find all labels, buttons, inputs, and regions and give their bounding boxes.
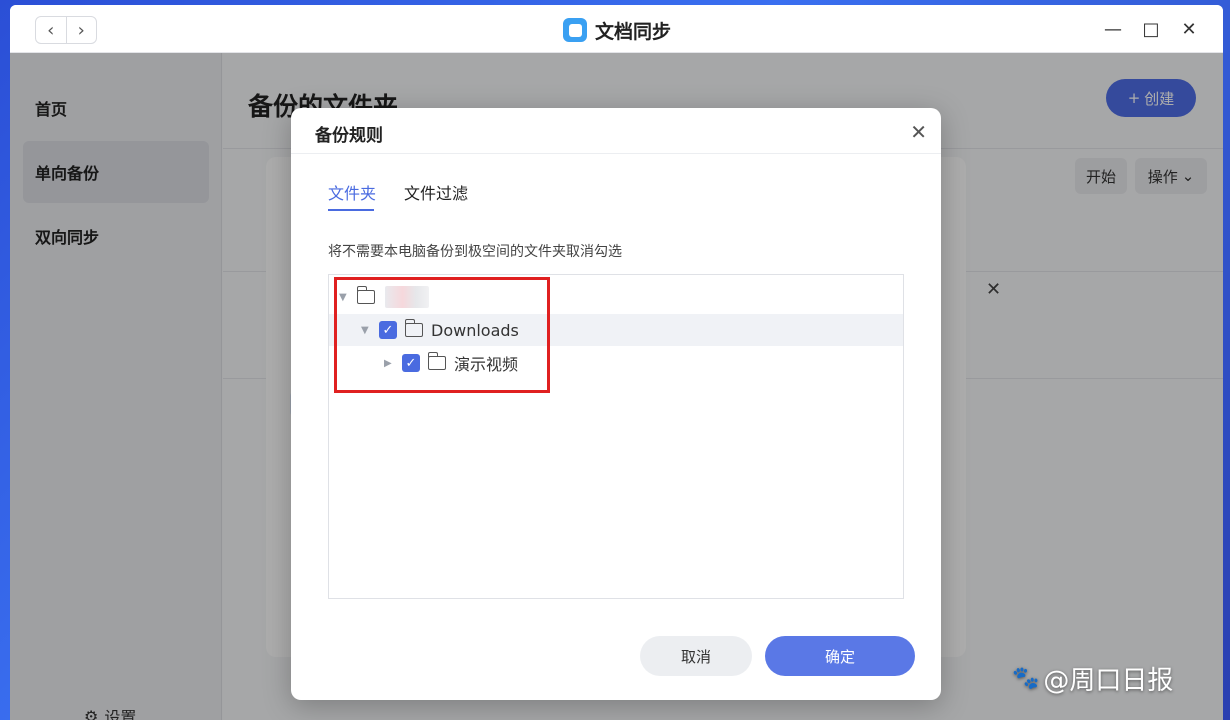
minimize-button[interactable]: — — [1101, 15, 1125, 43]
folder-label: Downloads — [431, 320, 519, 340]
watermark-text: @周口日报 — [1043, 666, 1174, 696]
tree-row-downloads[interactable]: ▼ ✓ Downloads — [329, 314, 903, 346]
redacted-folder-name — [385, 286, 429, 308]
paw-icon: 🐾 — [1012, 666, 1040, 691]
close-button[interactable]: ✕ — [1177, 15, 1201, 43]
dialog-header: 备份规则 ✕ — [291, 108, 941, 154]
checkbox-checked[interactable]: ✓ — [379, 321, 397, 339]
dialog-hint: 将不需要本电脑备份到极空间的文件夹取消勾选 — [328, 244, 622, 260]
folder-icon — [427, 352, 446, 370]
maximize-button[interactable]: □ — [1139, 15, 1163, 43]
tree-row-root[interactable]: ▼ — [329, 281, 903, 313]
dialog-close-button[interactable]: ✕ — [910, 120, 927, 144]
chevron-left-icon: ‹ — [47, 19, 55, 41]
dialog-title: 备份规则 — [315, 126, 383, 146]
expand-arrow-icon[interactable]: ▼ — [361, 325, 373, 336]
title-bar: ‹ › 文档同步 — □ ✕ — [10, 5, 1223, 53]
tab-folders[interactable]: 文件夹 — [328, 180, 376, 204]
expand-arrow-icon[interactable]: ▼ — [339, 292, 351, 303]
forward-button[interactable]: › — [65, 17, 97, 43]
watermark: 🐾 @周口日报 — [1012, 660, 1173, 697]
cancel-button[interactable]: 取消 — [640, 636, 752, 676]
tree-row-demo-videos[interactable]: ▶ ✓ 演示视频 — [329, 347, 903, 379]
folder-icon — [404, 319, 423, 337]
chevron-right-icon: › — [77, 19, 85, 41]
tab-file-filter[interactable]: 文件过滤 — [404, 180, 468, 204]
nav-buttons: ‹ › — [35, 16, 97, 44]
active-tab-indicator — [328, 209, 374, 211]
back-button[interactable]: ‹ — [36, 17, 66, 43]
folder-tree: ▼ ▼ ✓ Downloads ▶ ✓ 演示视频 — [328, 274, 904, 599]
folder-icon — [356, 286, 375, 304]
checkbox-checked[interactable]: ✓ — [402, 354, 420, 372]
app-title: 文档同步 — [563, 17, 671, 43]
app-logo-icon — [563, 18, 587, 42]
folder-label: 演示视频 — [454, 355, 519, 374]
app-title-text: 文档同步 — [595, 20, 672, 43]
window-controls: — □ ✕ — [1101, 15, 1201, 43]
backup-rules-dialog: 备份规则 ✕ 文件夹 文件过滤 将不需要本电脑备份到极空间的文件夹取消勾选 ▼ … — [291, 108, 941, 700]
confirm-button[interactable]: 确定 — [765, 636, 915, 676]
collapse-arrow-icon[interactable]: ▶ — [384, 358, 396, 369]
